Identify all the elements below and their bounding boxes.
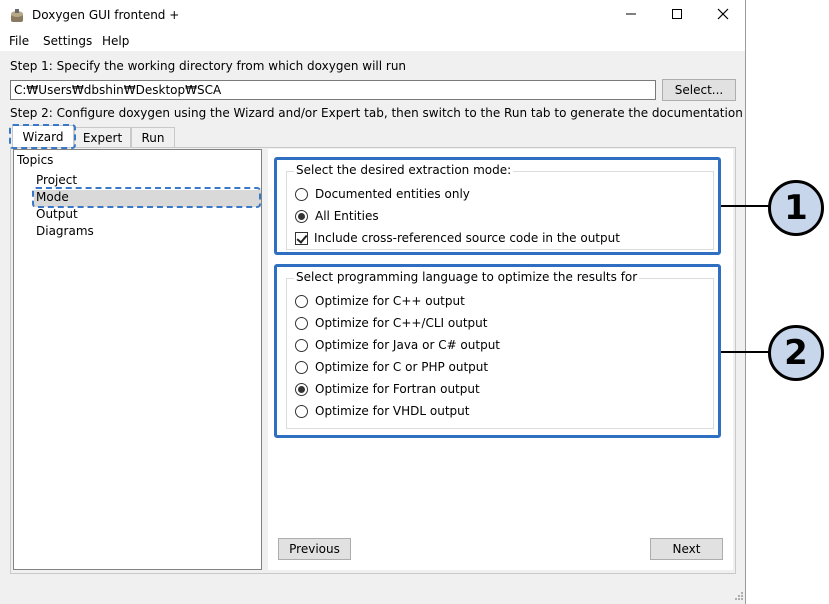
menu-bar: File Settings Help	[0, 31, 745, 51]
resize-grip-icon[interactable]	[734, 590, 744, 600]
topics-header: Topics	[17, 153, 54, 167]
doxygen-window: Doxygen GUI frontend + File Settings Hel…	[0, 0, 746, 604]
topic-output[interactable]: Output	[36, 207, 78, 221]
next-button[interactable]: Next	[650, 538, 723, 560]
menu-help[interactable]: Help	[102, 34, 129, 48]
wizard-tab-highlight	[9, 124, 76, 149]
previous-button[interactable]: Previous	[278, 538, 351, 560]
maximize-icon	[671, 8, 683, 23]
step2-label: Step 2: Configure doxygen using the Wiza…	[10, 106, 743, 120]
close-icon	[717, 8, 729, 23]
working-directory-input[interactable]	[10, 80, 656, 100]
select-directory-button[interactable]: Select...	[662, 79, 736, 101]
doxygen-app-icon	[9, 8, 25, 24]
topics-tree: Topics Project Mode Output Diagrams	[13, 149, 262, 570]
callout-1-connector	[721, 205, 769, 207]
maximize-button[interactable]	[654, 0, 700, 31]
title-bar: Doxygen GUI frontend +	[0, 0, 745, 31]
topic-diagrams[interactable]: Diagrams	[36, 224, 94, 238]
mode-selection-highlight	[32, 187, 261, 208]
step1-label: Step 1: Specify the working directory fr…	[10, 59, 407, 73]
tab-expert[interactable]: Expert	[74, 127, 131, 147]
extraction-highlight-box	[274, 157, 721, 255]
minimize-icon	[625, 8, 637, 23]
tab-run[interactable]: Run	[131, 127, 175, 147]
menu-settings[interactable]: Settings	[43, 34, 92, 48]
topic-project[interactable]: Project	[36, 173, 77, 187]
language-highlight-box	[274, 264, 721, 438]
minimize-button[interactable]	[608, 0, 654, 31]
close-button[interactable]	[700, 0, 746, 31]
menu-file[interactable]: File	[9, 34, 29, 48]
callout-2-badge: 2	[768, 325, 824, 381]
callout-1-badge: 1	[768, 180, 824, 236]
callout-2-connector	[721, 351, 769, 353]
window-title: Doxygen GUI frontend +	[32, 8, 180, 22]
